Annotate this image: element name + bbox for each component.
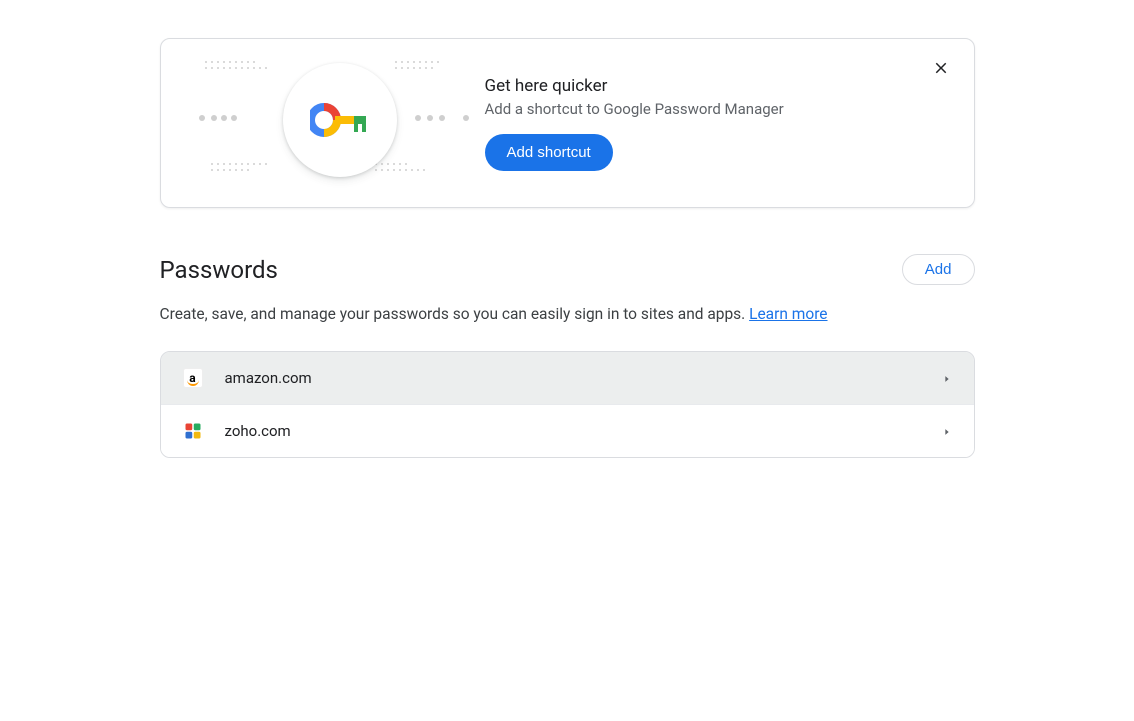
learn-more-link[interactable]: Learn more	[749, 305, 827, 323]
description-text: Create, save, and manage your passwords …	[160, 305, 750, 323]
password-list: a amazon.com zoho.com	[160, 351, 975, 458]
promo-title: Get here quicker	[485, 76, 950, 96]
amazon-icon: a	[183, 368, 203, 388]
chevron-right-icon	[942, 422, 952, 441]
shortcut-promo-card: Get here quicker Add a shortcut to Googl…	[160, 38, 975, 208]
close-promo-button[interactable]	[926, 53, 956, 86]
promo-illustration	[185, 63, 475, 183]
site-name: zoho.com	[225, 422, 942, 440]
zoho-icon	[183, 421, 203, 441]
add-password-button[interactable]: Add	[902, 254, 975, 285]
close-icon	[932, 59, 950, 77]
password-key-icon	[283, 63, 397, 177]
chevron-right-icon	[942, 369, 952, 388]
site-name: amazon.com	[225, 369, 942, 387]
add-shortcut-button[interactable]: Add shortcut	[485, 134, 613, 171]
password-row-amazon[interactable]: a amazon.com	[161, 352, 974, 404]
section-description: Create, save, and manage your passwords …	[160, 305, 975, 323]
page-title: Passwords	[160, 256, 278, 284]
promo-subtitle: Add a shortcut to Google Password Manage…	[485, 100, 950, 118]
password-row-zoho[interactable]: zoho.com	[161, 404, 974, 457]
